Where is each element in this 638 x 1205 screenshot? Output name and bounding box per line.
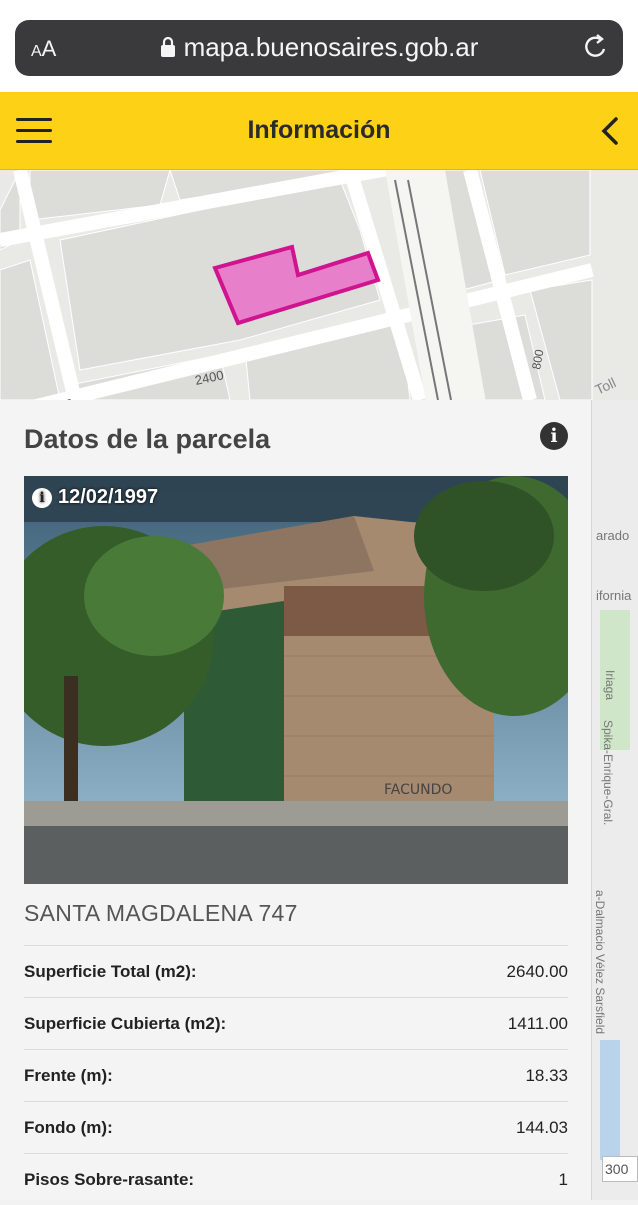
info-icon[interactable]: i (540, 422, 568, 450)
detail-label: Superficie Total (m2): (24, 961, 197, 981)
parcel-address: SANTA MAGDALENA 747 (24, 900, 298, 926)
detail-value: 1411.00 (507, 1013, 568, 1033)
page-title: Información (247, 116, 391, 144)
map-street-label: ifornia (596, 588, 632, 603)
detail-value: 18.33 (525, 1065, 568, 1085)
map-street-label: Iriaga (603, 670, 617, 700)
photo-date: i 12/02/1997 (32, 486, 158, 509)
photo-date-text: 12/02/1997 (58, 486, 159, 508)
lock-icon (160, 34, 176, 65)
panel-title: Datos de la parcela (24, 424, 271, 454)
detail-value: 144.03 (516, 1117, 568, 1137)
map-scale: 300 (602, 1156, 638, 1182)
detail-row: Superficie Cubierta (m2): 1411.00 (24, 997, 568, 1049)
detail-value: 1 (558, 1169, 568, 1189)
app-header: Información (0, 92, 638, 170)
graffiti: FACUNDO (384, 782, 452, 798)
info-icon[interactable]: i (32, 488, 52, 508)
detail-label: Frente (m): (24, 1065, 113, 1085)
detail-value: 2640.00 (506, 961, 568, 981)
address-bar[interactable]: AA mapa.buenosaires.gob.ar (15, 20, 623, 76)
map-street-label: arado (596, 528, 629, 543)
map-street-label: a-Dalmacio Vélez Sarsfield (593, 890, 607, 1034)
detail-row: Superficie Total (m2): 2640.00 (24, 945, 568, 997)
url-display[interactable]: mapa.buenosaires.gob.ar (15, 32, 623, 65)
detail-label: Pisos Sobre-rasante: (24, 1169, 195, 1189)
parcel-details-list: Superficie Total (m2): 2640.00 Superfici… (24, 945, 568, 1205)
map-street-label: Spika-Enrique-Gral. (601, 720, 615, 825)
building-image: FACUNDO (24, 476, 568, 884)
detail-row: Fondo (m): 144.03 (24, 1101, 568, 1153)
back-chevron-icon[interactable] (600, 116, 620, 151)
reload-icon[interactable] (583, 34, 609, 67)
parcel-photo[interactable]: FACUNDO i 12/02/1997 (24, 476, 568, 884)
detail-label: Fondo (m): (24, 1117, 113, 1137)
parcel-info-panel: Datos de la parcela i FACUNDO i 12/02/19… (0, 400, 592, 1200)
detail-label: Superficie Cubierta (m2): (24, 1013, 227, 1033)
url-text: mapa.buenosaires.gob.ar (183, 32, 479, 62)
detail-row: Frente (m): 18.33 (24, 1049, 568, 1101)
detail-row: Pisos Sobre-rasante: 1 (24, 1153, 568, 1205)
browser-toolbar: AA mapa.buenosaires.gob.ar (0, 0, 638, 92)
